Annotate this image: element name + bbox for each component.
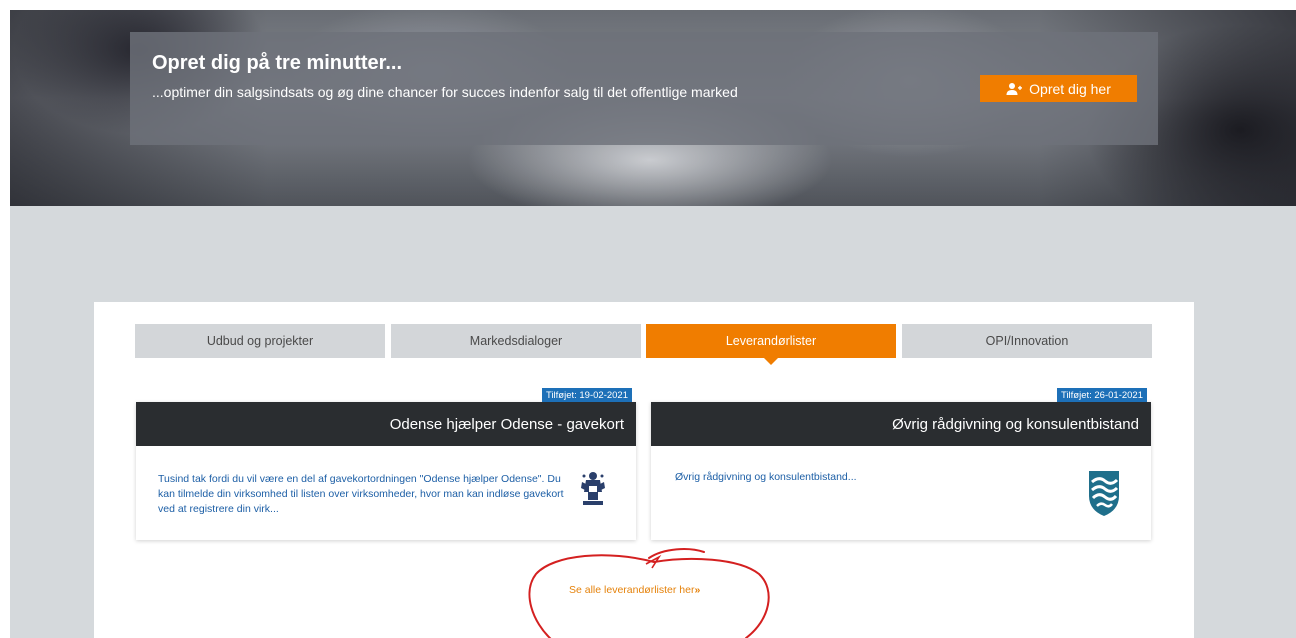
category-tabs: Udbud og projekter Markedsdialoger Lever… — [135, 324, 1153, 365]
listings-panel: Udbud og projekter Markedsdialoger Lever… — [94, 302, 1194, 638]
card-title: Odense hjælper Odense - gavekort — [136, 402, 636, 446]
hero-banner: Opret dig på tre minutter... ...optimer … — [10, 10, 1296, 206]
signup-button[interactable]: Opret dig her — [980, 75, 1137, 102]
listing-card[interactable]: Tilføjet: 19-02-2021 Odense hjælper Oden… — [136, 388, 636, 540]
user-plus-icon — [1006, 82, 1023, 95]
wave-shield-icon — [1089, 471, 1119, 516]
see-all-label: Se alle leverandørlister her — [569, 584, 695, 596]
card-title: Øvrig rådgivning og konsulentbistand — [651, 402, 1151, 446]
see-all-link[interactable]: Se alle leverandørlister her» — [569, 584, 700, 596]
card-description[interactable]: Tusind tak fordi du vil være en del af g… — [158, 472, 576, 517]
date-added-badge: Tilføjet: 19-02-2021 — [541, 388, 632, 403]
tab-udbud-og-projekter[interactable]: Udbud og projekter — [135, 324, 385, 358]
tab-label: OPI/Innovation — [985, 334, 1069, 348]
tab-label: Udbud og projekter — [206, 334, 314, 348]
listing-card[interactable]: Tilføjet: 26-01-2021 Øvrig rådgivning og… — [651, 388, 1151, 540]
hero-signup-box: Opret dig på tre minutter... ...optimer … — [130, 32, 1158, 145]
hero-subtitle: ...optimer din salgsindsats og øg dine c… — [152, 84, 738, 100]
double-chevron-right-icon: » — [694, 584, 701, 596]
signup-button-label: Opret dig her — [1029, 80, 1111, 97]
page-frame: Opret dig på tre minutter... ...optimer … — [10, 10, 1296, 638]
tab-label: Markedsdialoger — [469, 334, 563, 348]
card-title-text: Øvrig rådgivning og konsulentbistand — [892, 415, 1139, 433]
tab-label: Leverandørlister — [725, 334, 817, 348]
card-description[interactable]: Øvrig rådgivning og konsulentbistand... — [675, 470, 1093, 485]
tab-opi-innovation[interactable]: OPI/Innovation — [902, 324, 1152, 358]
odense-crest-icon — [581, 472, 605, 505]
date-added-badge: Tilføjet: 26-01-2021 — [1056, 388, 1147, 403]
card-title-text: Odense hjælper Odense - gavekort — [389, 415, 624, 433]
hero-title: Opret dig på tre minutter... — [152, 52, 403, 74]
tab-markedsdialoger[interactable]: Markedsdialoger — [391, 324, 641, 358]
tab-leverandorlister[interactable]: Leverandørlister — [646, 324, 896, 365]
